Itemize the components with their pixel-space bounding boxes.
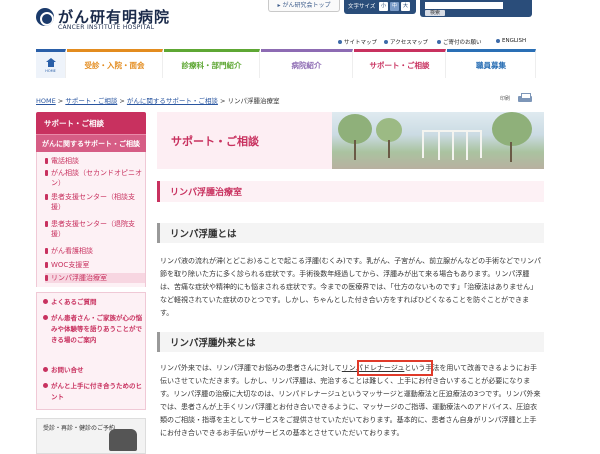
sidebar-item-phone[interactable]: 電話相談 [45, 156, 79, 166]
util-english-link[interactable]: ENGLISH [496, 38, 526, 44]
sidebar-title: サポート・ご相談 [36, 112, 146, 134]
sidebar-sublist: 電話相談 がん相談（セカンドオピニオン） 患者支援センター（相談支援） 患者支援… [36, 152, 146, 287]
nav-home-label: HOME [45, 68, 56, 73]
heading-lymph-clinic: リンパ浮腫外来とは [157, 332, 544, 352]
search-button[interactable]: 検索 [425, 10, 445, 16]
breadcrumb-sep: > [55, 97, 66, 105]
search-input[interactable] [425, 2, 503, 9]
bullet-icon [437, 40, 441, 44]
search-box: 検索 [420, 0, 532, 17]
highlight-box [357, 360, 433, 376]
logo-subtitle: CANCER INSTITUTE HOSPITAL [58, 24, 155, 31]
paragraph-part: リンパ外来では、リンパ浮腫でお悩みの患者さんに対して [160, 364, 342, 372]
sidebar-item-lymph[interactable]: リンパ浮腫治療室 [45, 273, 145, 283]
paragraph-part: という手法を用いて改善できるようにお手伝いさせていただきます。しかし、リンパ浮腫… [160, 364, 541, 437]
sidebar-item-peer-support[interactable]: がん患者さん・ご家族が心の悩みや体験等を語りあうことができる場のご案内 [43, 313, 143, 346]
page-banner: サポート・ご相談 [157, 112, 544, 169]
appointment-phone-text: 受診・再診・健診のご予約 [43, 425, 116, 432]
font-size-control: 文字サイズ 小 中 大 [344, 0, 416, 14]
breadcrumb-sep: > [217, 97, 228, 105]
font-size-label: 文字サイズ [348, 4, 376, 10]
font-size-medium-button[interactable]: 中 [390, 2, 399, 11]
breadcrumb-sep: > [117, 97, 127, 105]
sidebar-links: よくあるご質問 がん患者さん・ご家族が心の悩みや体験等を語りあうことができる場の… [36, 292, 146, 410]
util-access-link[interactable]: アクセスマップ [384, 38, 428, 46]
util-donation-link[interactable]: ご寄付のお願い [437, 38, 482, 46]
phone-icon [109, 429, 137, 451]
util-english-label: ENGLISH [502, 38, 527, 44]
appointment-phone-box: 受診・再診・健診のご予約 [36, 418, 146, 454]
util-sitemap-label: サイトマップ [344, 40, 378, 46]
sidebar-item-second-opinion[interactable]: がん相談（セカンドオピニオン） [45, 168, 143, 188]
font-size-large-button[interactable]: 大 [401, 2, 410, 11]
sidebar-item-nursing[interactable]: がん看護相談 [45, 246, 93, 256]
nav-departments[interactable]: 診療科・部門紹介 [164, 49, 260, 78]
bullet-icon [384, 40, 388, 44]
util-donation-label: ご寄付のお願い [443, 40, 482, 46]
util-access-label: アクセスマップ [390, 40, 429, 46]
nav-recruit[interactable]: 職員募集 [447, 49, 536, 78]
breadcrumb-cancer-support[interactable]: がんに関するサポート・ご相談 [127, 97, 218, 105]
printer-icon [518, 93, 533, 103]
garden-photo [332, 112, 544, 169]
arrow-icon: ▸ [277, 2, 281, 9]
sidebar-item-woc[interactable]: WOC支援室 [45, 260, 89, 270]
sidebar-item-cancer-support[interactable]: がんに関するサポート・ご相談 [36, 134, 146, 152]
research-top-button[interactable]: ▸ がん研究会トップ [268, 0, 340, 12]
breadcrumb: HOME > サポート・ご相談 > がんに関するサポート・ご相談 > リンパ浮腫… [36, 95, 280, 105]
global-nav: HOME 受診・入院・面会 診療科・部門紹介 病院紹介 サポート・ご相談 職員募… [36, 49, 536, 78]
breadcrumb-support[interactable]: サポート・ご相談 [65, 97, 117, 105]
nav-home[interactable]: HOME [36, 49, 66, 78]
nav-visit[interactable]: 受診・入院・面会 [67, 49, 163, 78]
sidebar-item-faq[interactable]: よくあるご質問 [43, 297, 97, 307]
bullet-icon [338, 40, 342, 44]
sidebar-item-tips[interactable]: がんと上手に付き合うためのヒント [43, 381, 143, 403]
sidebar-item-contact[interactable]: お問い合せ [43, 365, 84, 375]
sidebar-item-consult-support[interactable]: 患者支援センター（相談支援） [45, 192, 143, 212]
font-size-small-button[interactable]: 小 [379, 2, 388, 11]
sidebar-item-discharge-support[interactable]: 患者支援センター（退院支援） [45, 219, 143, 239]
nav-support[interactable]: サポート・ご相談 [354, 49, 446, 78]
bullet-icon [496, 39, 500, 43]
heading-lymphedema: リンパ浮腫とは [157, 223, 544, 243]
paragraph-lymphedema: リンパ液の流れが滞(とどこお)ることで起こる浮腫(むくみ)です。乳がん、子宮がん… [160, 257, 541, 317]
breadcrumb-home[interactable]: HOME [36, 97, 56, 105]
section-title: リンパ浮腫治療室 [157, 181, 544, 202]
home-icon [45, 57, 56, 67]
research-top-label: がん研究会トップ [282, 2, 331, 9]
util-sitemap-link[interactable]: サイトマップ [338, 38, 377, 46]
hospital-logo-mark[interactable] [36, 8, 54, 26]
banner-title: サポート・ご相談 [171, 135, 259, 148]
print-label: 印刷 [500, 95, 511, 102]
paragraph-lymph-clinic: リンパ外来では、リンパ浮腫でお悩みの患者さんに対してリンパドレナージュという手法… [160, 362, 542, 440]
breadcrumb-current: リンパ浮腫治療室 [227, 97, 280, 105]
nav-about[interactable]: 病院紹介 [261, 49, 353, 78]
print-button[interactable]: 印刷 [500, 93, 533, 103]
